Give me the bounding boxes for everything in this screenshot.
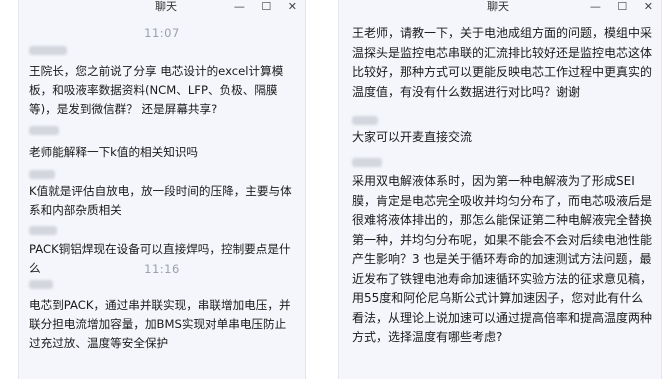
chat-message: 大家可以开麦直接交流 xyxy=(352,130,473,144)
close-icon[interactable]: ✕ xyxy=(644,0,653,13)
maximize-icon[interactable]: ☐ xyxy=(617,0,627,13)
title-bar: 聊天 — ☐ ✕ xyxy=(19,0,305,14)
minimize-icon[interactable]: — xyxy=(234,0,245,13)
window-title: 聊天 xyxy=(155,0,177,13)
blurred-sender-name xyxy=(29,46,67,55)
blurred-sender-name xyxy=(29,170,55,179)
chat-message: 电芯到PACK，通过串并联实现，串联增加电压，并联分担电流增加容量，加BMS实现… xyxy=(29,298,291,350)
maximize-icon[interactable]: ☐ xyxy=(261,0,271,13)
chat-message: 老师能解释一下k值的相关知识吗 xyxy=(29,145,199,159)
chat-window-right: 聊天 — ☐ ✕ 王老师，请教一下，关于电池成组方面的问题，模组中采温探头是监控… xyxy=(338,0,662,379)
blurred-sender-name xyxy=(29,280,53,289)
chat-window-left: 聊天 — ☐ ✕ 11:07 王院长，您之前说了分享 电芯设计的excel计算模… xyxy=(18,0,306,379)
window-controls: — ☐ ✕ xyxy=(577,1,653,12)
chat-message: 王院长，您之前说了分享 电芯设计的excel计算模板，和吸液率数据资料(NCM、… xyxy=(29,64,284,116)
close-icon[interactable]: ✕ xyxy=(288,0,297,13)
blurred-sender-name xyxy=(352,158,382,167)
minimize-icon[interactable]: — xyxy=(590,0,601,13)
chat-message: K值就是评估自放电，放一段时间的压降，主要与体系和内部杂质相关 xyxy=(29,184,292,217)
title-bar: 聊天 — ☐ ✕ xyxy=(339,0,661,14)
blurred-sender-name xyxy=(29,226,57,235)
timestamp: 11:07 xyxy=(144,26,180,40)
chat-message: 采用双电解液体系时，因为第一种电解液为了形成SEI膜，肯定是电芯完全吸收并均匀分… xyxy=(352,174,653,344)
timestamp: 11:16 xyxy=(144,262,180,276)
window-controls: — ☐ ✕ xyxy=(221,1,297,12)
window-title: 聊天 xyxy=(487,0,509,13)
blurred-sender-name xyxy=(352,116,378,125)
blurred-sender-name xyxy=(29,126,59,135)
chat-message: 王老师，请教一下，关于电池成组方面的问题，模组中采温探头是监控电芯串联的汇流排比… xyxy=(352,26,653,99)
